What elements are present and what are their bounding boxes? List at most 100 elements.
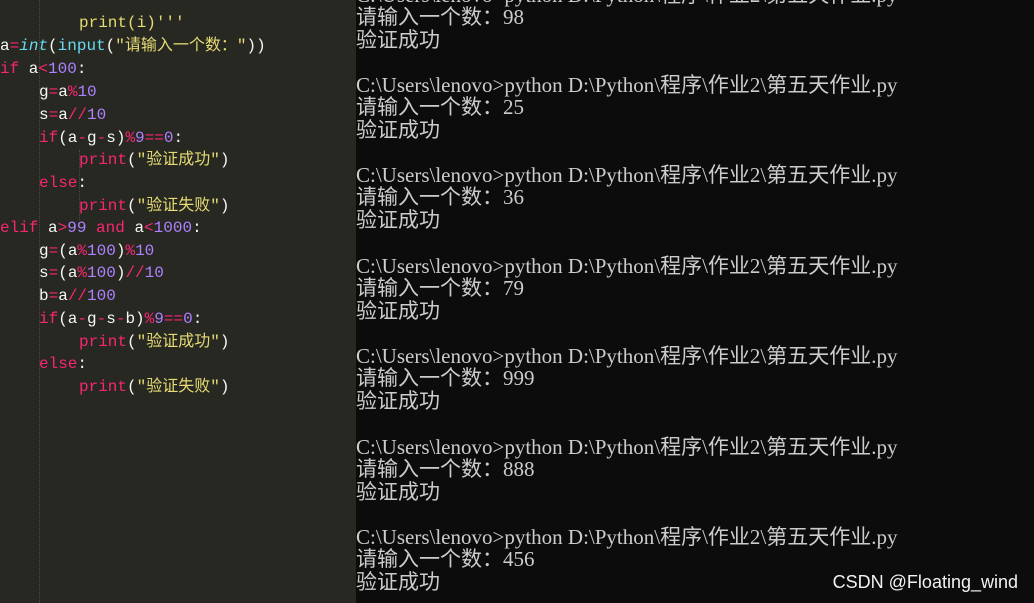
code-token: print: [79, 333, 128, 351]
watermark: CSDN @Floating_wind: [832, 572, 1018, 592]
terminal-line: 验证成功: [356, 119, 440, 141]
code-token: :: [77, 174, 88, 192]
code-token: input: [57, 37, 106, 55]
input-value: 25: [503, 95, 524, 119]
code-token: 9: [135, 129, 145, 147]
terminal-line: 请输入一个数：25: [356, 96, 524, 118]
code-token: (: [127, 333, 137, 351]
terminal-line: 请输入一个数：79: [356, 277, 524, 299]
code-token: =: [48, 242, 59, 260]
input-prompt: 请输入一个数：: [356, 366, 503, 390]
code-token: ): [115, 242, 126, 260]
code-token: -: [96, 310, 107, 328]
code-token: else: [39, 174, 78, 192]
code-token: else: [39, 355, 78, 373]
code-token: "验证成功": [136, 333, 220, 351]
input-prompt: 请输入一个数：: [356, 457, 503, 481]
command-line: C:\Users\lenovo>python D:\Python\程序\作业2\…: [356, 163, 898, 187]
code-token: print: [79, 197, 128, 215]
code-token: (a: [58, 264, 78, 282]
terminal-line: C:\Users\lenovo>python D:\Python\程序\作业2\…: [356, 255, 898, 277]
code-token: :: [192, 219, 202, 237]
result-text: 验证成功: [356, 28, 440, 52]
code-token: g: [87, 129, 97, 147]
code-token: //: [125, 264, 145, 282]
terminal-window[interactable]: C:\Users\lenovo>python D:\Python\程序\作业2\…: [356, 0, 1034, 603]
input-value: 79: [503, 276, 524, 300]
code-token: 9: [154, 310, 164, 328]
code-line: b=a//100: [39, 285, 116, 307]
code-token: print: [79, 378, 128, 396]
result-text: 验证成功: [356, 570, 440, 594]
terminal-line: 请输入一个数：98: [356, 6, 524, 28]
terminal-line: 验证成功: [356, 571, 440, 593]
code-line: elif a>99 and a<1000:: [0, 217, 202, 239]
code-token: b: [39, 287, 49, 305]
code-token: s: [39, 106, 49, 124]
code-token: %: [125, 129, 136, 147]
code-token: %: [77, 242, 88, 260]
code-token: ==: [144, 129, 164, 147]
terminal-line: 验证成功: [356, 300, 440, 322]
terminal-line: 验证成功: [356, 209, 440, 231]
command-line: C:\Users\lenovo>python D:\Python\程序\作业2\…: [356, 344, 898, 368]
code-token: -: [115, 310, 126, 328]
code-line: print("验证失败"): [79, 195, 229, 217]
terminal-line: 验证成功: [356, 29, 440, 51]
code-token: 100: [87, 264, 116, 282]
code-token: print: [79, 151, 128, 169]
code-token: "请输入一个数：": [115, 37, 247, 55]
code-token: if: [39, 129, 59, 147]
code-token: (: [105, 37, 116, 55]
code-token: ): [115, 264, 126, 282]
code-token: -: [96, 129, 107, 147]
code-token: //: [67, 106, 88, 124]
code-token: )): [246, 37, 266, 55]
terminal-line: C:\Users\lenovo>python D:\Python\程序\作业2\…: [356, 436, 898, 458]
code-token: %: [67, 83, 78, 101]
code-token: 10: [77, 83, 97, 101]
code-token: :: [77, 355, 88, 373]
code-token: if: [39, 310, 59, 328]
code-token: 100: [87, 287, 116, 305]
input-prompt: 请输入一个数：: [356, 276, 503, 300]
code-token: g: [39, 83, 49, 101]
code-token: :: [76, 60, 87, 78]
code-line: print("验证成功"): [79, 149, 229, 171]
input-prompt: 请输入一个数：: [356, 185, 503, 209]
code-line: else:: [39, 353, 87, 375]
code-line: if(a-g-s-b)%9==0:: [39, 308, 202, 330]
code-token: //: [67, 287, 88, 305]
result-text: 验证成功: [356, 299, 440, 323]
command-line: C:\Users\lenovo>python D:\Python\程序\作业2\…: [356, 435, 898, 459]
code-token: g: [87, 310, 97, 328]
code-token: :: [173, 129, 184, 147]
code-line: if a<100:: [0, 58, 86, 80]
code-token: =: [48, 287, 59, 305]
command-line: C:\Users\lenovo>python D:\Python\程序\作业2\…: [356, 73, 898, 97]
input-value: 36: [503, 185, 524, 209]
terminal-line: C:\Users\lenovo>python D:\Python\程序\作业2\…: [356, 164, 898, 186]
input-value: 456: [503, 547, 535, 571]
code-line: print(i)''': [79, 12, 185, 34]
result-text: 验证成功: [356, 389, 440, 413]
code-token: a: [58, 106, 68, 124]
code-token: "验证成功": [136, 151, 220, 169]
result-text: 验证成功: [356, 480, 440, 504]
code-token: a: [124, 219, 145, 237]
code-token: a: [19, 60, 39, 78]
code-editor[interactable]: print(i)''' a=int(input("请输入一个数：")) if a<1…: [0, 0, 356, 603]
code-token: (: [127, 151, 137, 169]
terminal-line: 请输入一个数：888: [356, 458, 535, 480]
code-token: -: [77, 310, 88, 328]
code-token: "验证失败": [136, 378, 220, 396]
code-token: =: [48, 106, 59, 124]
code-token: "验证失败": [136, 197, 220, 215]
code-token: ): [219, 378, 230, 396]
terminal-line: 请输入一个数：999: [356, 367, 535, 389]
code-line: a=int(input("请输入一个数：")): [0, 35, 266, 57]
code-token: =: [48, 264, 59, 282]
code-line: g=a%10: [39, 81, 97, 103]
code-token: elif: [0, 219, 39, 237]
result-text: 验证成功: [356, 118, 440, 142]
